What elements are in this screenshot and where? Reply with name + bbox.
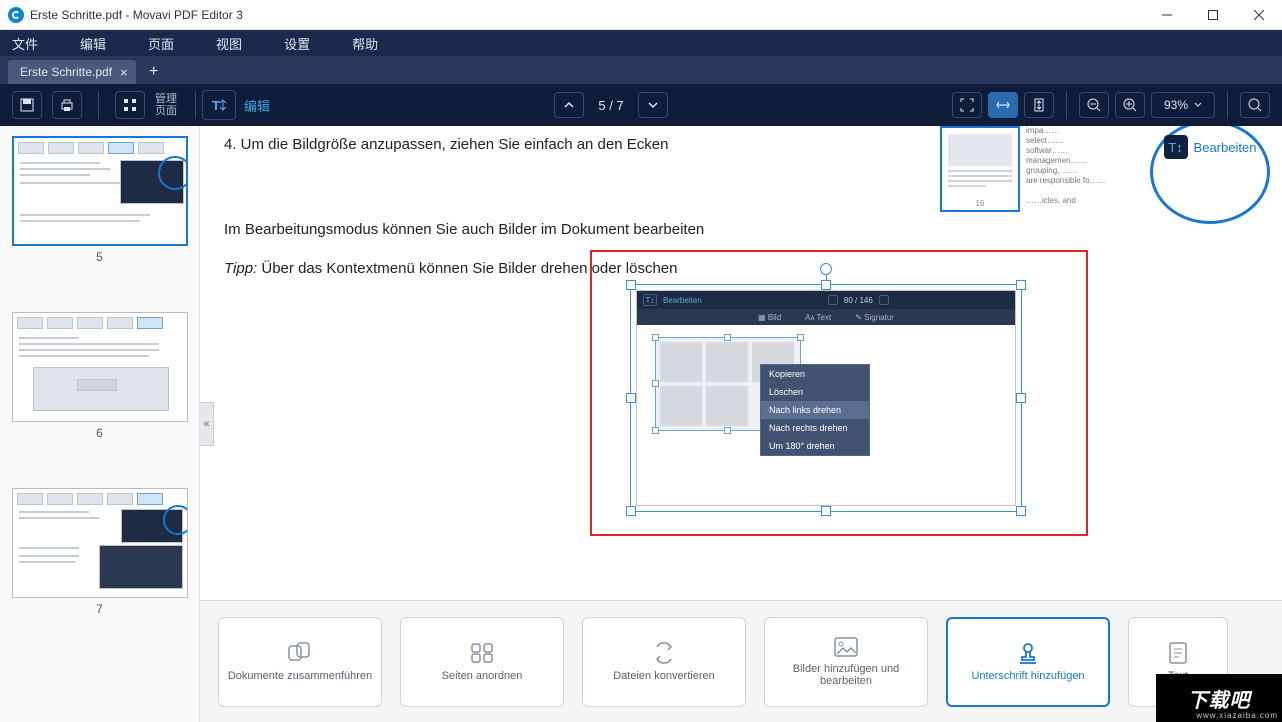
minimize-button[interactable] (1144, 0, 1190, 30)
context-menu: Kopieren Löschen Nach links drehen Nach … (760, 364, 870, 456)
thumbnail-7[interactable]: 7 (12, 488, 188, 616)
action-sign[interactable]: Unterschrift hinzufügen (946, 617, 1110, 707)
ctx-rotate-right[interactable]: Nach rechts drehen (761, 419, 869, 437)
convert-icon (652, 642, 676, 664)
window-controls (1144, 0, 1282, 30)
save-button[interactable] (12, 91, 42, 119)
images-icon (834, 637, 858, 657)
pager: 5 / 7 (554, 92, 667, 118)
page-up-button[interactable] (554, 92, 584, 118)
svg-text:T: T (212, 98, 220, 113)
resize-handle[interactable] (626, 393, 636, 403)
stamp-icon (1016, 642, 1040, 664)
ctx-rotate-180[interactable]: Um 180° drehen (761, 437, 869, 455)
menu-file[interactable]: 文件 (12, 34, 38, 53)
menubar: 文件 编辑 页面 视图 设置 帮助 (0, 30, 1282, 56)
fit-width-button[interactable] (988, 92, 1018, 118)
menu-help[interactable]: 帮助 (352, 34, 378, 53)
ctx-delete[interactable]: Löschen (761, 383, 869, 401)
ctx-copy[interactable]: Kopieren (761, 365, 869, 383)
thumbnail-6[interactable]: 6 (12, 312, 188, 440)
action-arrange[interactable]: Seiten anordnen (400, 617, 564, 707)
edit-badge-icon: T↕ (1164, 135, 1188, 159)
page-indicator: 5 / 7 (598, 98, 623, 113)
watermark: 下载吧 www.xiazaiba.com (1156, 674, 1282, 722)
edit-mode-label: 编辑 (244, 96, 270, 115)
tab-label: Erste Schritte.pdf (20, 65, 112, 79)
fit-page-button[interactable] (1024, 92, 1054, 118)
resize-handle[interactable] (626, 280, 636, 290)
arrange-icon (470, 642, 494, 664)
rotate-handle-icon[interactable] (820, 263, 832, 275)
fullscreen-button[interactable] (952, 92, 982, 118)
titlebar: Erste Schritte.pdf - Movavi PDF Editor 3 (0, 0, 1282, 30)
zoom-in-button[interactable] (1115, 92, 1145, 118)
ctx-rotate-left[interactable]: Nach links drehen (761, 401, 869, 419)
zoom-out-button[interactable] (1079, 92, 1109, 118)
document-view: 4. Um die Bildgröße anzupassen, ziehen S… (200, 126, 1282, 722)
thumbnail-sidebar[interactable]: 5 6 (0, 126, 200, 722)
maximize-button[interactable] (1190, 0, 1236, 30)
window-title: Erste Schritte.pdf - Movavi PDF Editor 3 (30, 8, 243, 22)
thumbnails-button[interactable] (115, 91, 145, 119)
resize-handle[interactable] (821, 506, 831, 516)
main-toolbar: 管理页面 T 编辑 5 / 7 93% (0, 84, 1282, 126)
action-merge[interactable]: Dokumente zusammenführen (218, 617, 382, 707)
resize-handle[interactable] (1016, 280, 1026, 290)
document-tab[interactable]: Erste Schritte.pdf × (8, 60, 136, 84)
edit-badge-text: Bearbeiten (1194, 140, 1257, 155)
resize-handle[interactable] (821, 280, 831, 290)
zoom-select[interactable]: 93% (1151, 92, 1215, 118)
page-down-button[interactable] (638, 92, 668, 118)
resize-handle[interactable] (626, 506, 636, 516)
quick-actions-bar: Dokumente zusammenführen Seiten anordnen… (200, 600, 1282, 722)
thumbnail-5[interactable]: 5 (12, 136, 188, 264)
app-icon (8, 7, 24, 23)
close-button[interactable] (1236, 0, 1282, 30)
action-images[interactable]: Bilder hinzufügen und bearbeiten (764, 617, 928, 707)
manage-pages-label[interactable]: 管理页面 (155, 93, 177, 117)
resize-handle[interactable] (1016, 393, 1026, 403)
menu-edit[interactable]: 编辑 (80, 34, 106, 53)
edit-mode-button[interactable]: T (202, 90, 236, 120)
resize-handle[interactable] (1016, 506, 1026, 516)
text-file-icon (1167, 642, 1189, 664)
add-tab-button[interactable]: + (142, 60, 166, 84)
document-scroll[interactable]: 4. Um die Bildgröße anzupassen, ziehen S… (200, 126, 1282, 600)
menu-page[interactable]: 页面 (148, 34, 174, 53)
merge-icon (287, 642, 313, 664)
chevron-down-icon (1194, 101, 1202, 109)
menu-view[interactable]: 视图 (216, 34, 242, 53)
print-button[interactable] (52, 91, 82, 119)
sidebar-collapse-handle[interactable]: « (200, 402, 214, 446)
action-convert[interactable]: Dateien konvertieren (582, 617, 746, 707)
search-button[interactable] (1240, 92, 1270, 118)
tab-close-icon[interactable]: × (120, 65, 128, 80)
tabbar: Erste Schritte.pdf × + (0, 56, 1282, 84)
menu-settings[interactable]: 设置 (284, 34, 310, 53)
page-preview-overlay: 16 impa……select……softwar……managemen……gro… (940, 126, 1282, 226)
